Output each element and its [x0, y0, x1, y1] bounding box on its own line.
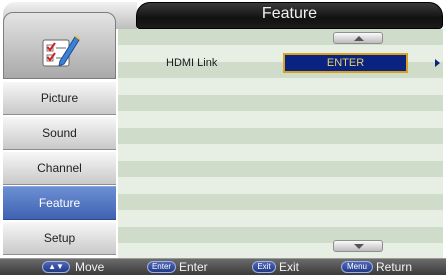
category-icon-box	[3, 12, 116, 79]
sidebar-item-channel[interactable]: Channel	[3, 151, 116, 185]
exit-key-icon: Exit	[252, 261, 276, 273]
setting-label: HDMI Link	[166, 57, 218, 69]
hint-return-label: Return	[376, 260, 413, 274]
title-bar: Feature	[136, 2, 443, 29]
move-key-icon: ▲▼	[42, 261, 70, 273]
scroll-down-button[interactable]	[333, 240, 383, 252]
hint-exit-label: Exit	[279, 260, 300, 274]
hdmi-link-enter-button[interactable]: ENTER	[283, 53, 408, 73]
scroll-up-button[interactable]	[333, 32, 383, 44]
enter-key-icon: Enter	[147, 261, 176, 273]
page-title: Feature	[261, 5, 318, 22]
category-sidebar: Picture Sound Channel Feature Setup	[0, 0, 137, 258]
setting-row-hdmi-link[interactable]: HDMI Link ENTER	[118, 53, 443, 73]
arrow-down-icon	[354, 244, 364, 249]
sidebar-item-setup[interactable]: Setup	[3, 221, 116, 255]
hint-enter-label: Enter	[179, 260, 208, 274]
hint-move-label: Move	[75, 260, 105, 274]
key-hint-bar: ▲▼ Move Enter Enter Exit Exit Menu Retur…	[0, 258, 446, 275]
chevron-right-icon	[435, 59, 440, 67]
settings-panel: HDMI Link ENTER	[118, 29, 443, 258]
sidebar-item-picture[interactable]: Picture	[3, 81, 116, 115]
arrow-up-icon	[354, 36, 364, 41]
sidebar-item-sound[interactable]: Sound	[3, 116, 116, 150]
sidebar-item-feature[interactable]: Feature	[3, 186, 116, 220]
checklist-pencil-icon	[42, 35, 80, 67]
menu-key-icon: Menu	[341, 261, 373, 273]
